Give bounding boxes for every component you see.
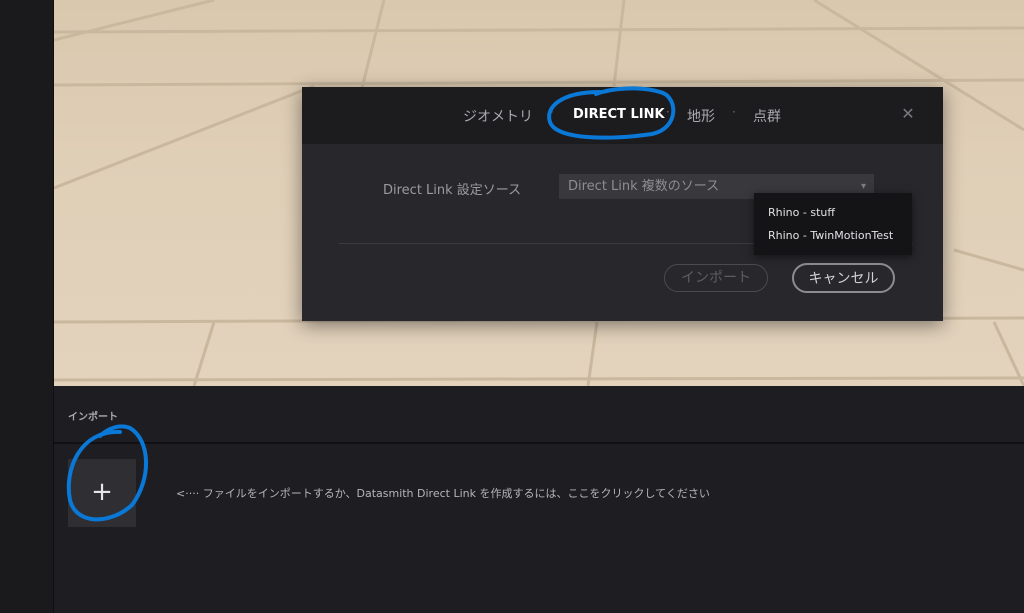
cancel-button[interactable]: キャンセル — [792, 263, 895, 293]
tab-separator: · — [666, 105, 670, 119]
import-button[interactable]: インポート — [664, 264, 768, 292]
source-dropdown-menu: Rhino - stuff Rhino - TwinMotionTest — [754, 193, 912, 255]
import-panel-title: インポート — [68, 412, 118, 423]
tab-geometry[interactable]: ジオメトリ — [463, 106, 533, 126]
import-divider — [54, 442, 1024, 444]
import-panel: インポート + <···· ファイルをインポートするか、Datasmith Di… — [54, 386, 1024, 613]
tab-terrain[interactable]: 地形 — [687, 106, 715, 126]
left-side-bar — [0, 0, 54, 613]
source-label: Direct Link 設定ソース — [383, 183, 522, 198]
source-select-value: Direct Link 複数のソース — [568, 179, 720, 194]
tab-separator: · — [550, 105, 554, 119]
dialog-header: ジオメトリ · DIRECT LINK · 地形 · 点群 ✕ — [302, 87, 943, 144]
dropdown-item-rhino-twinmotiontest[interactable]: Rhino - TwinMotionTest — [768, 229, 893, 242]
import-hint: <···· ファイルをインポートするか、Datasmith Direct Lin… — [176, 487, 710, 500]
tab-separator: · — [732, 105, 736, 119]
plus-icon[interactable]: + — [68, 459, 136, 527]
tab-direct-link[interactable]: DIRECT LINK — [573, 107, 665, 122]
tab-point-cloud[interactable]: 点群 — [753, 106, 781, 126]
dropdown-item-rhino-stuff[interactable]: Rhino - stuff — [768, 206, 835, 219]
close-icon[interactable]: ✕ — [899, 105, 917, 123]
